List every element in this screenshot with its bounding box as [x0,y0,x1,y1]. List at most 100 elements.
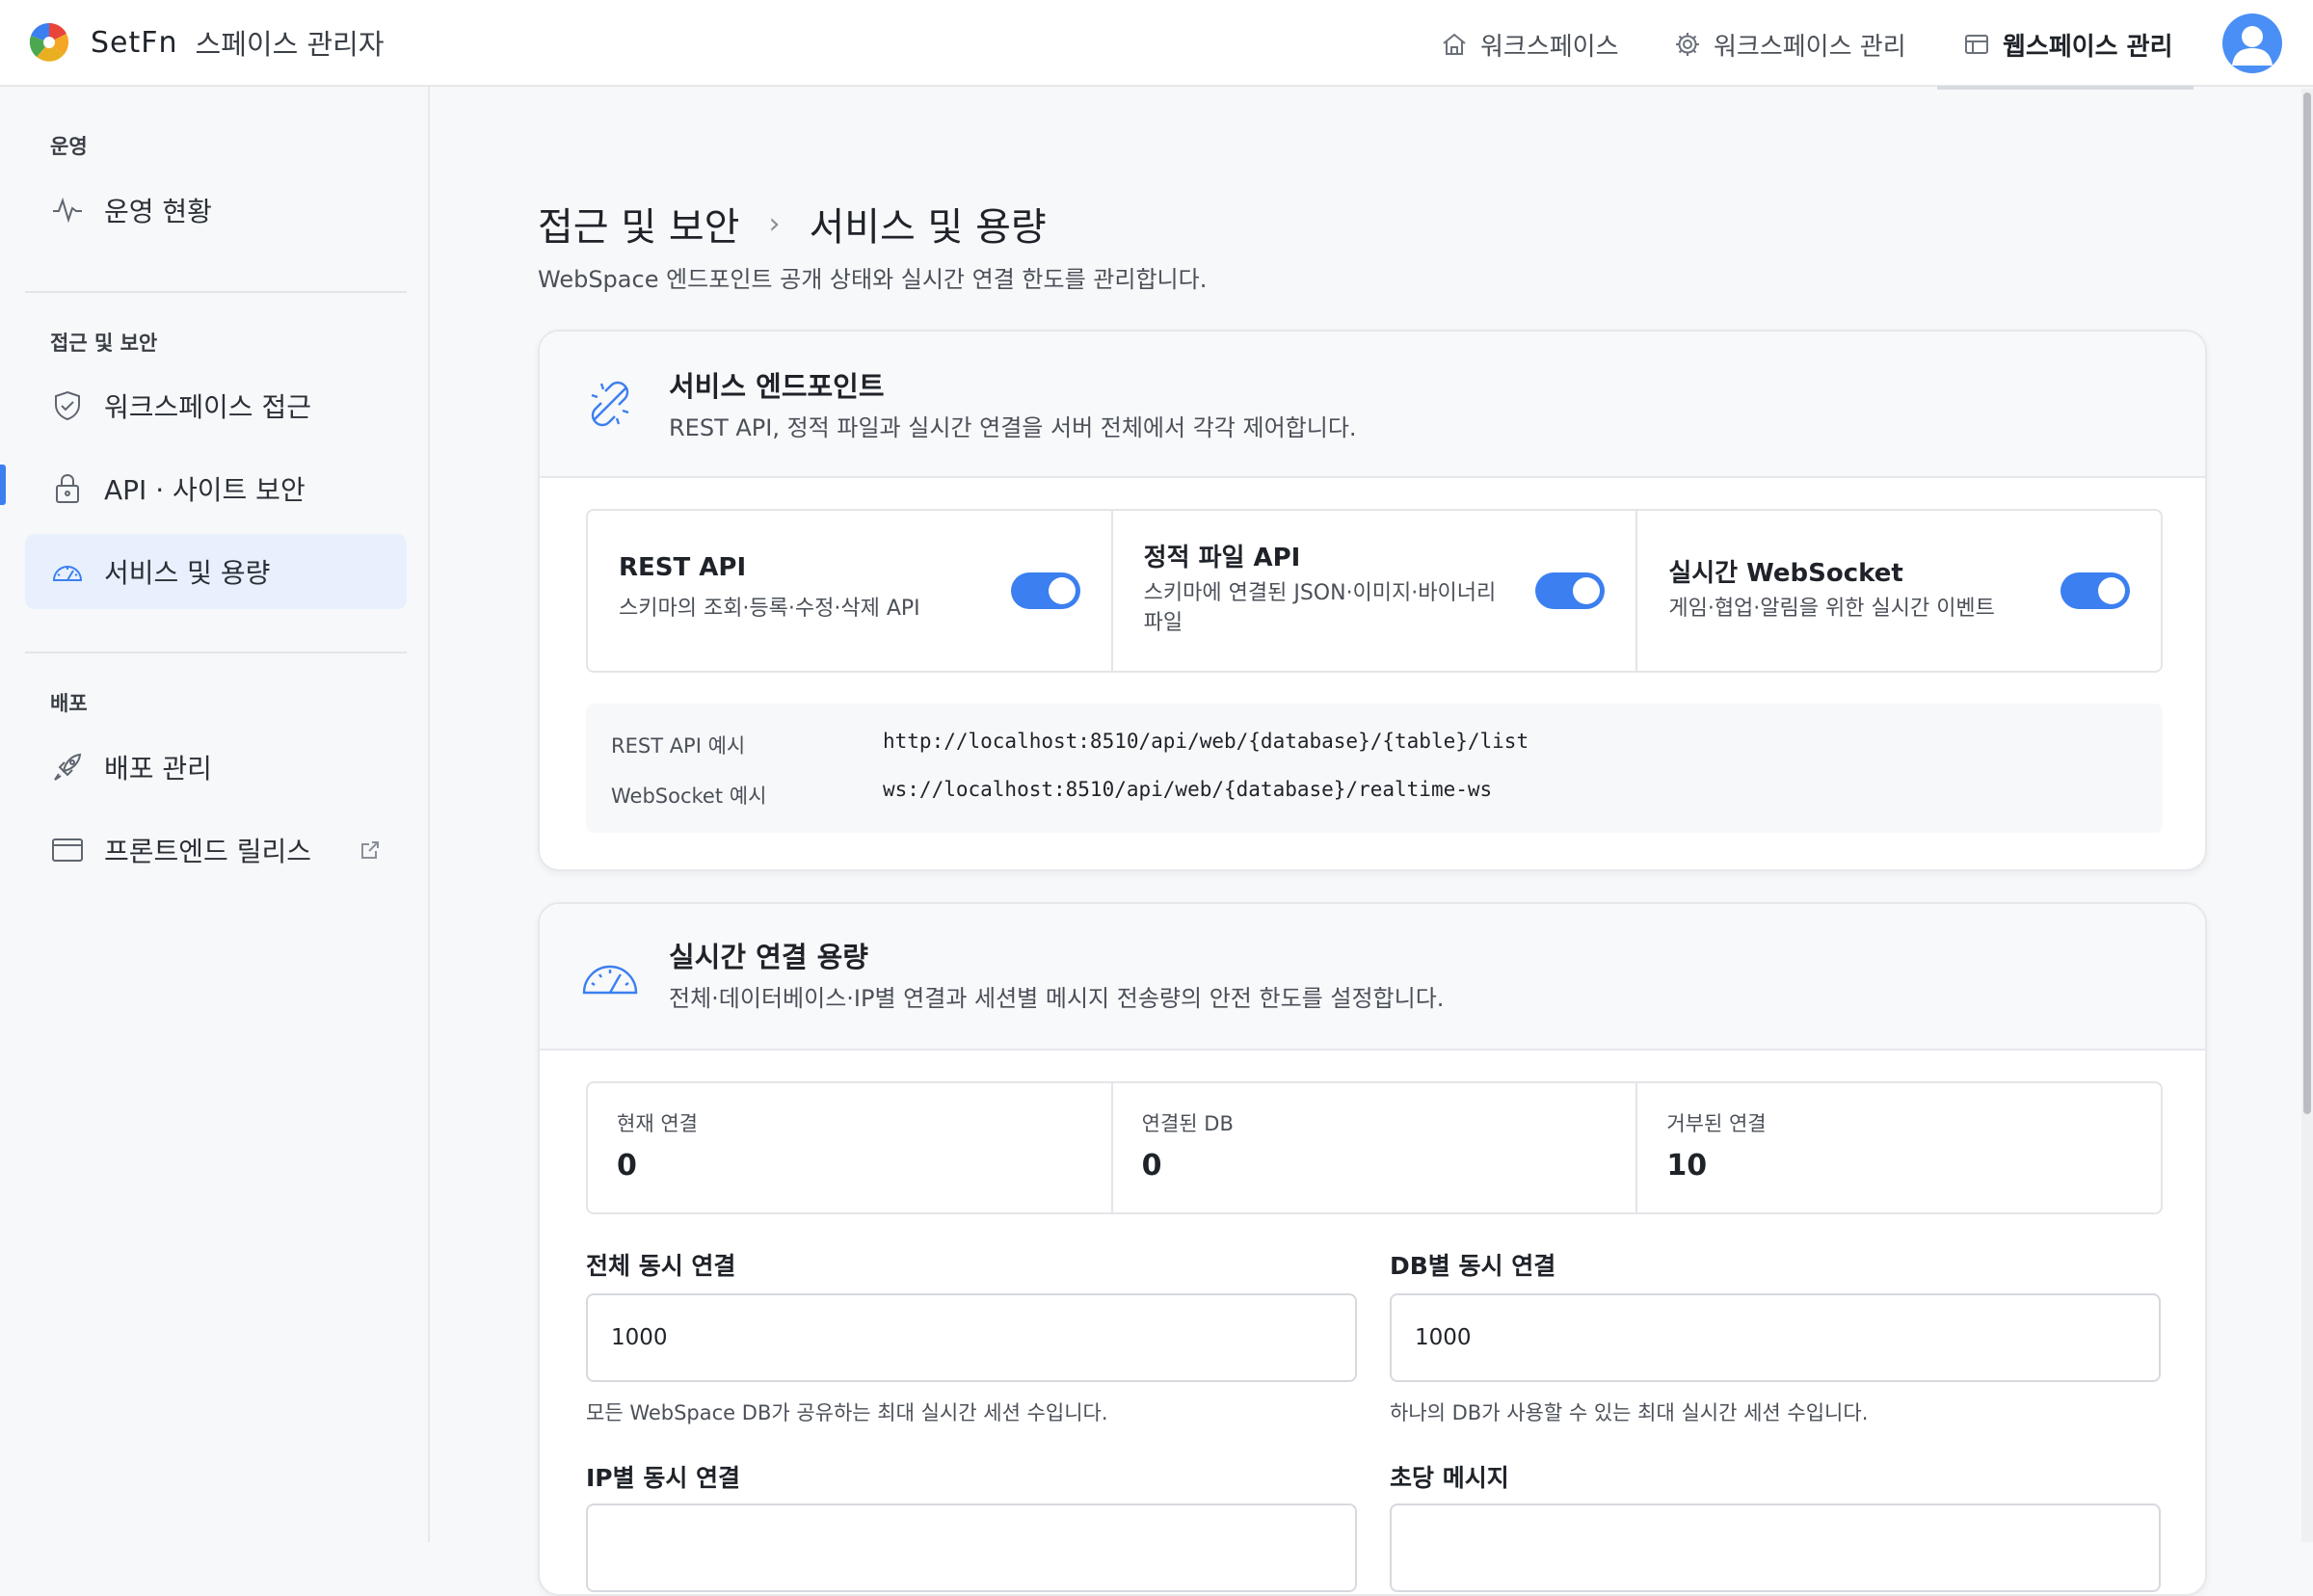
stat-value: 0 [617,1149,637,1183]
toggle-knob [1048,577,1076,604]
stat-label: 연결된 DB [1141,1112,1234,1135]
service-name: 정적 파일 API [1143,544,1301,572]
stat-value: 10 [1666,1149,1708,1183]
toggle-knob [2098,577,2126,604]
stat-connected-db: 연결된 DB 0 [1110,1083,1636,1212]
field-help: 하나의 DB가 사용할 수 있는 최대 실시간 세션 수입니다. [1390,1401,1869,1424]
sidebar-item-label: 운영 현황 [104,196,212,227]
card-header: 실시간 연결 용량 전체·데이터베이스·IP별 연결과 세션별 메시지 전송량의… [540,904,2205,1051]
sidebar-item-label: 프론트엔드 릴리스 [104,836,311,867]
card-title: 서비스 엔드포인트 [669,370,885,403]
service-toggle-grid: REST API 스키마의 조회·등록·수정·삭제 API 정적 파일 API … [586,509,2163,673]
nav-webspace-manage[interactable]: 웹스페이스 관리 [1962,23,2173,66]
service-description: 스키마에 연결된 JSON·이미지·바이너리 파일 [1143,581,1497,635]
service-endpoints-card: 서비스 엔드포인트 REST API, 정적 파일과 실시간 연결을 서버 전체… [538,330,2207,871]
stat-rejected-connections: 거부된 연결 10 [1635,1083,2161,1212]
messages-per-second-input[interactable] [1390,1503,2161,1592]
rest-api-example-url[interactable]: http://localhost:8510/api/web/{database}… [883,730,1529,753]
sidebar-section-deploy: 배포 [50,692,88,715]
sidebar-item-label: API · 사이트 보안 [104,474,306,506]
sidebar-item-label: 서비스 및 용량 [104,557,271,589]
websocket-example-url[interactable]: ws://localhost:8510/api/web/{database}/r… [883,778,1492,801]
service-name: 실시간 WebSocket [1668,559,1903,588]
sidebar-item-frontend-release[interactable]: 프론트엔드 릴리스 [25,812,407,888]
page-description: WebSpace 엔드포인트 공개 상태와 실시간 연결 한도를 관리합니다. [538,266,1208,293]
breadcrumb-parent[interactable]: 접근 및 보안 [538,196,739,252]
nav-label: 워크스페이스 [1480,32,1619,62]
scrollbar-thumb[interactable] [2303,93,2311,1114]
sidebar-item-label: 배포 관리 [104,753,212,785]
total-concurrent-connections-input[interactable] [586,1293,1357,1382]
breadcrumb: 접근 및 보안 › 서비스 및 용량 [538,197,1047,251]
breadcrumb-separator-icon: › [768,206,781,241]
sidebar-item-operations-status[interactable]: 운영 현황 [25,173,407,248]
sidebar-section-access-security: 접근 및 보안 [50,332,158,355]
gauge-icon [582,965,638,995]
endpoint-examples: REST API 예시 http://localhost:8510/api/we… [586,704,2163,833]
layout-icon [1965,35,1988,54]
nav-label: 워크스페이스 관리 [1714,32,1906,62]
sidebar-item-api-site-security[interactable]: API · 사이트 보안 [25,451,407,526]
external-link-icon [361,841,379,859]
field-help: 모든 WebSpace DB가 공유하는 최대 실시간 세션 수입니다. [586,1401,1108,1424]
nav-workspace-manage[interactable]: 워크스페이스 관리 [1673,23,1906,66]
static-file-api-toggle[interactable] [1535,572,1606,609]
service-tile-rest-api: REST API 스키마의 조회·등록·수정·삭제 API [588,511,1111,671]
gauge-icon [52,566,83,581]
nav-label: 웹스페이스 관리 [2003,32,2173,62]
gear-icon [1676,33,1699,56]
sidebar-item-deploy-manage[interactable]: 배포 관리 [25,730,407,805]
activity-icon [53,197,82,224]
card-header: 서비스 엔드포인트 REST API, 정적 파일과 실시간 연결을 서버 전체… [540,332,2205,478]
page-title: 서비스 및 용량 [809,205,1047,250]
card-subtitle: REST API, 정적 파일과 실시간 연결을 서버 전체에서 각각 제어합니… [669,414,1357,441]
card-title: 실시간 연결 용량 [669,941,868,973]
field-label: 초당 메시지 [1390,1464,1509,1492]
user-avatar-icon[interactable] [2222,13,2282,73]
connection-stats: 현재 연결 0 연결된 DB 0 거부된 연결 10 [586,1081,2163,1214]
stat-label: 거부된 연결 [1666,1112,1767,1135]
shield-icon [55,390,80,421]
realtime-capacity-card: 실시간 연결 용량 전체·데이터베이스·IP별 연결과 세션별 메시지 전송량의… [538,902,2207,1596]
card-subtitle: 전체·데이터베이스·IP별 연결과 세션별 메시지 전송량의 안전 한도를 설정… [669,985,1445,1012]
toggle-knob [1573,577,1601,604]
home-icon [1443,33,1466,55]
sidebar: 운영 운영 현황 접근 및 보안 워크스페이스 접근 API · 사이트 보안 … [0,87,430,1542]
example-label: WebSocket 예시 [611,785,767,808]
nav-workspace[interactable]: 워크스페이스 [1440,23,1619,66]
sidebar-item-service-capacity[interactable]: 서비스 및 용량 [25,534,407,609]
brand[interactable]: SetFn 스페이스 관리자 [27,19,385,66]
sidebar-item-label: 워크스페이스 접근 [104,391,311,423]
sidebar-item-workspace-access[interactable]: 워크스페이스 접근 [25,368,407,443]
field-label: DB별 동시 연결 [1390,1252,1556,1280]
setfn-logo-icon [29,22,69,62]
field-label: 전체 동시 연결 [586,1252,736,1280]
window-icon [52,838,83,862]
sidebar-divider [25,652,407,653]
service-tile-websocket: 실시간 WebSocket 게임·협업·알림을 위한 실시간 이벤트 [1635,511,2161,671]
stat-current-connections: 현재 연결 0 [588,1083,1111,1212]
stat-label: 현재 연결 [617,1112,698,1135]
websocket-toggle[interactable] [2060,572,2131,609]
stat-value: 0 [1141,1149,1162,1183]
lock-icon [56,473,79,503]
sidebar-active-indicator [0,465,6,505]
user-silhouette-icon [2232,26,2273,66]
service-description: 게임·협업·알림을 위한 실시간 이벤트 [1668,597,1995,621]
example-label: REST API 예시 [611,734,746,758]
top-bar: SetFn 스페이스 관리자 워크스페이스 워크스페이스 관리 웹스페이스 관리 [0,0,2313,90]
service-name: REST API [619,553,747,582]
service-tile-static-files: 정적 파일 API 스키마에 연결된 JSON·이미지·바이너리 파일 [1110,511,1636,671]
sidebar-divider [25,291,407,293]
db-concurrent-connections-input[interactable] [1390,1293,2161,1382]
rocket-icon [54,753,82,781]
service-description: 스키마의 조회·등록·수정·삭제 API [619,597,920,621]
field-label: IP별 동시 연결 [586,1464,741,1492]
page-scrollbar[interactable] [2301,89,2313,1542]
brand-name: SetFn [91,25,178,60]
brand-subtitle: 스페이스 관리자 [195,28,385,61]
unplugged-link-icon [591,381,629,427]
ip-concurrent-connections-input[interactable] [586,1503,1357,1592]
rest-api-toggle[interactable] [1010,572,1080,609]
active-nav-indicator [1937,86,2193,90]
